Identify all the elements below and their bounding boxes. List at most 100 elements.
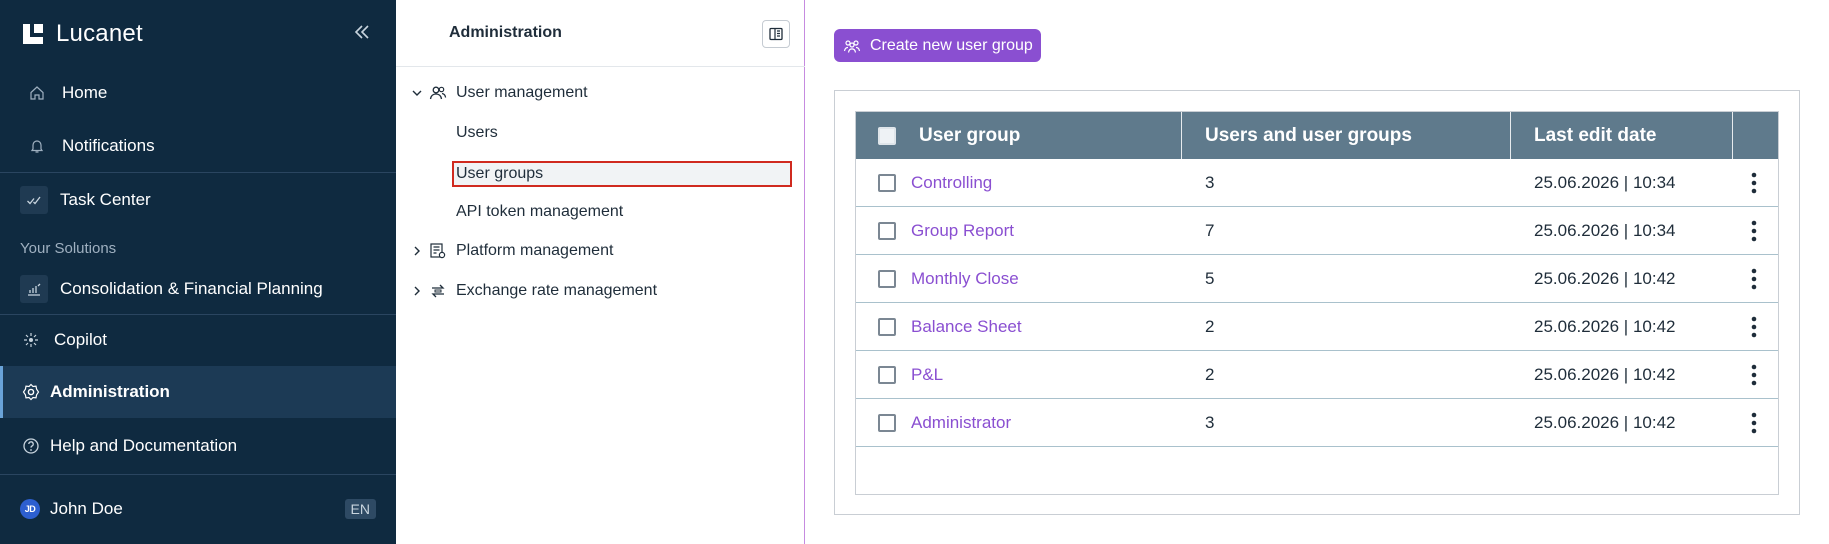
users-count: 5	[1205, 268, 1215, 288]
tree-item-label: User management	[456, 84, 588, 101]
consolidation-icon	[20, 275, 48, 303]
task-center-icon	[20, 186, 48, 214]
user-group-link[interactable]: Monthly Close	[911, 255, 1019, 302]
active-indicator	[0, 366, 3, 418]
sidebar-item-label: Help and Documentation	[50, 436, 238, 455]
sidebar-divider	[0, 172, 396, 173]
chevron-down-icon[interactable]	[410, 86, 424, 100]
sidebar-divider	[0, 314, 396, 315]
table-row[interactable]: Controlling 3 25.06.2026 | 10:34	[856, 159, 1778, 207]
section-label-your-solutions: Your Solutions	[20, 240, 117, 257]
table-row[interactable]: Monthly Close 5 25.06.2026 | 10:42	[856, 255, 1778, 303]
create-user-group-button[interactable]: Create new user group	[834, 29, 1041, 62]
tree-item-label: API token management	[456, 203, 624, 220]
column-header-user-group[interactable]: User group	[919, 112, 1020, 159]
tree-platform-management[interactable]: Platform management	[410, 239, 613, 263]
tree-user-management[interactable]: User management	[410, 81, 588, 105]
copilot-sparkle-icon	[20, 329, 42, 351]
sidebar-item-label: Task Center	[60, 190, 151, 209]
tree-item-label: Platform management	[456, 242, 614, 259]
row-checkbox[interactable]	[878, 413, 896, 432]
sidebar-item-notifications[interactable]: Notifications	[0, 131, 396, 161]
main-content: Create new user group User group Users a…	[806, 0, 1829, 544]
sidebar-item-administration[interactable]: Administration	[0, 366, 396, 418]
users-count: 2	[1205, 316, 1215, 336]
more-options-icon[interactable]	[1744, 408, 1764, 438]
more-options-icon[interactable]	[1744, 312, 1764, 342]
sidebar-divider	[0, 474, 396, 475]
table-header: User group Users and user groups Last ed…	[856, 112, 1778, 159]
tree-api-token-management[interactable]: API token management	[456, 200, 623, 224]
users-count: 2	[1205, 364, 1215, 384]
user-group-link[interactable]: P&L	[911, 351, 943, 398]
sidebar-item-label: Copilot	[54, 330, 107, 349]
avatar: JD	[20, 499, 40, 519]
create-button-label: Create new user group	[870, 36, 1033, 54]
language-badge[interactable]: EN	[344, 499, 376, 519]
users-icon	[428, 83, 448, 103]
sidebar-item-label: Administration	[50, 382, 170, 401]
more-options-icon[interactable]	[1744, 168, 1764, 198]
table-row[interactable]: P&L 2 25.06.2026 | 10:42	[856, 351, 1778, 399]
last-edit-date: 25.06.2026 | 10:42	[1534, 364, 1676, 384]
sidebar-item-home[interactable]: Home	[0, 78, 396, 108]
last-edit-date: 25.06.2026 | 10:34	[1534, 172, 1676, 192]
row-checkbox[interactable]	[878, 317, 896, 336]
double-chevron-left-icon	[354, 25, 369, 39]
users-count: 7	[1205, 220, 1215, 240]
brand[interactable]: Lucanet	[20, 16, 143, 52]
sidebar: Lucanet Home Notifications Task Center Y…	[0, 0, 396, 544]
header-divider	[1510, 112, 1511, 159]
sidebar-item-help[interactable]: Help and Documentation	[0, 431, 396, 461]
administration-panel: Administration User management Users Use…	[396, 0, 805, 544]
table-row[interactable]: Group Report 7 25.06.2026 | 10:34	[856, 207, 1778, 255]
user-groups-table: User group Users and user groups Last ed…	[855, 111, 1779, 495]
sidebar-item-label: Home	[62, 83, 108, 102]
header-divider	[1181, 112, 1182, 159]
chevron-right-icon[interactable]	[410, 284, 424, 298]
user-group-link[interactable]: Controlling	[911, 159, 992, 206]
header-divider	[1732, 112, 1733, 159]
toggle-panel-button[interactable]	[762, 20, 790, 48]
user-groups-card: User group Users and user groups Last ed…	[834, 90, 1800, 515]
table-row[interactable]: Administrator 3 25.06.2026 | 10:42	[856, 399, 1778, 447]
more-options-icon[interactable]	[1744, 360, 1764, 390]
row-checkbox[interactable]	[878, 221, 896, 240]
panel-separator	[396, 66, 805, 67]
last-edit-date: 25.06.2026 | 10:34	[1534, 220, 1676, 240]
sidebar-item-copilot[interactable]: Copilot	[0, 325, 396, 355]
tree-user-groups[interactable]: User groups	[452, 161, 792, 187]
sidebar-item-consolidation[interactable]: Consolidation & Financial Planning	[0, 274, 396, 304]
tree-exchange-rate-management[interactable]: Exchange rate management	[410, 279, 657, 303]
header-select-cell	[878, 112, 896, 159]
sidebar-item-label: Notifications	[62, 136, 155, 155]
row-checkbox[interactable]	[878, 365, 896, 384]
sidebar-item-task-center[interactable]: Task Center	[0, 185, 396, 215]
table-row[interactable]: Balance Sheet 2 25.06.2026 | 10:42	[856, 303, 1778, 351]
user-group-icon	[842, 36, 862, 56]
column-header-last-edit-date[interactable]: Last edit date	[1534, 112, 1656, 159]
more-options-icon[interactable]	[1744, 264, 1764, 294]
sidebar-item-label: Consolidation & Financial Planning	[60, 279, 323, 298]
panel-layout-icon	[769, 27, 783, 41]
tree-item-label: Users	[456, 124, 498, 141]
more-options-icon[interactable]	[1744, 216, 1764, 246]
users-count: 3	[1205, 172, 1215, 192]
user-group-link[interactable]: Administrator	[911, 399, 1011, 446]
row-checkbox[interactable]	[878, 269, 896, 288]
last-edit-date: 25.06.2026 | 10:42	[1534, 412, 1676, 432]
user-group-link[interactable]: Group Report	[911, 207, 1014, 254]
panel-title: Administration	[449, 24, 562, 41]
exchange-icon	[428, 281, 448, 301]
column-header-users-and-user-groups[interactable]: Users and user groups	[1205, 112, 1412, 159]
tree-users[interactable]: Users	[456, 121, 498, 145]
home-icon	[26, 82, 48, 104]
chevron-right-icon[interactable]	[410, 244, 424, 258]
last-edit-date: 25.06.2026 | 10:42	[1534, 268, 1676, 288]
select-all-checkbox[interactable]	[878, 126, 896, 145]
user-profile[interactable]: JD John Doe EN	[0, 494, 396, 524]
last-edit-date: 25.06.2026 | 10:42	[1534, 316, 1676, 336]
collapse-sidebar-button[interactable]	[350, 20, 374, 44]
row-checkbox[interactable]	[878, 173, 896, 192]
user-group-link[interactable]: Balance Sheet	[911, 303, 1022, 350]
